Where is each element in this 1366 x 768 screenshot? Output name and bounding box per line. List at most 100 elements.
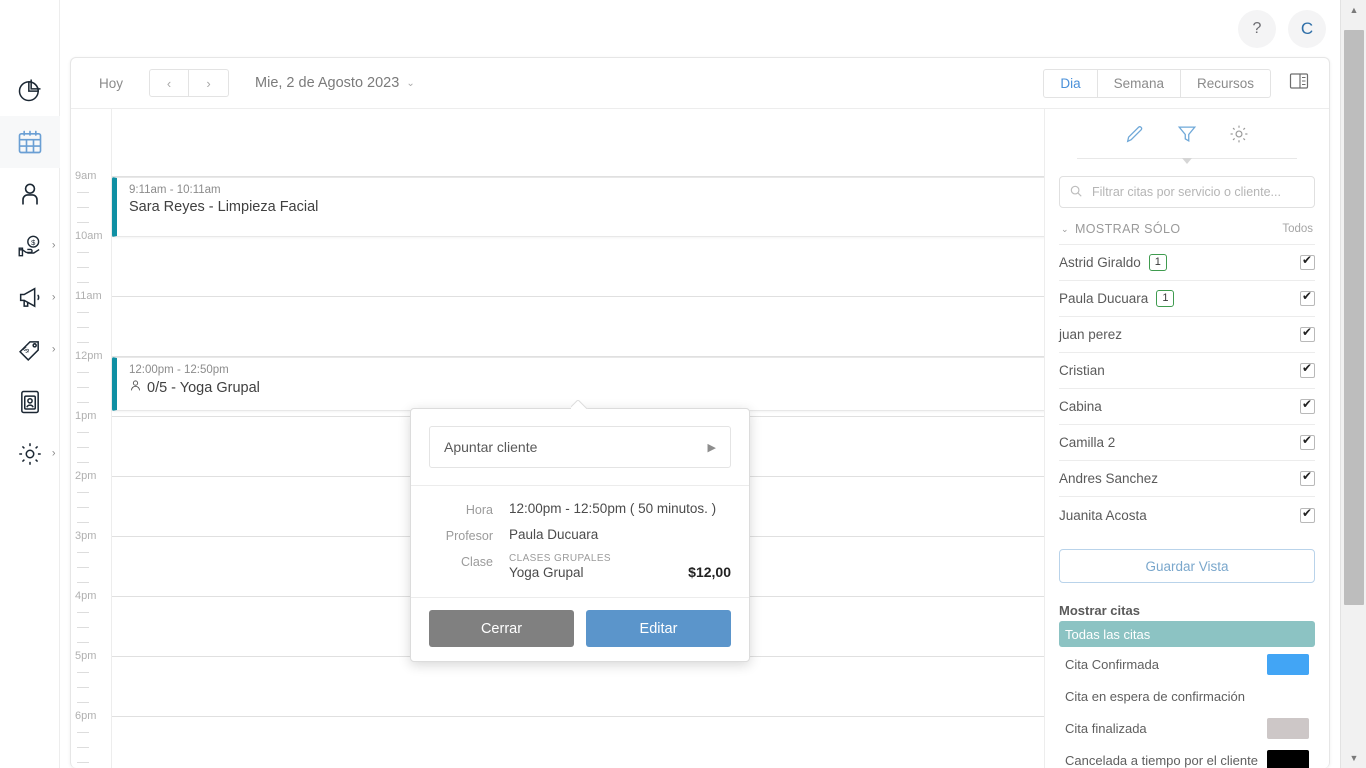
resource-count-badge: 1 xyxy=(1148,254,1167,271)
help-button[interactable]: ? xyxy=(1238,10,1276,48)
sidebar-item-clients[interactable] xyxy=(0,168,60,220)
sidebar-item-promotions[interactable]: $ › xyxy=(0,324,60,376)
cerrar-button[interactable]: Cerrar xyxy=(429,610,574,647)
detail-value: Paula Ducuara xyxy=(509,527,599,542)
hand-money-icon: $ xyxy=(16,232,44,260)
calendar-event[interactable]: 9:11am - 10:11am Sara Reyes - Limpieza F… xyxy=(112,177,1044,237)
legend-swatch xyxy=(1267,654,1309,675)
resource-row[interactable]: juan perez xyxy=(1059,317,1315,353)
legend-row-all[interactable]: Todas las citas xyxy=(1059,621,1315,647)
editar-button[interactable]: Editar xyxy=(586,610,731,647)
event-title: Sara Reyes - Limpieza Facial xyxy=(129,199,1044,215)
resource-checkbox[interactable] xyxy=(1300,253,1315,270)
show-only-label: MOSTRAR SÓLO xyxy=(1074,222,1181,236)
sidebar-item-reports[interactable] xyxy=(0,64,60,116)
hour-label: 11am xyxy=(75,290,104,302)
event-time: 9:11am - 10:11am xyxy=(129,184,221,196)
legend-row[interactable]: Cita en espera de confirmación xyxy=(1059,682,1315,711)
popup-arrow xyxy=(571,400,589,409)
view-switcher: Dia Semana Recursos xyxy=(1043,69,1271,98)
today-button[interactable]: Hoy xyxy=(85,70,137,97)
resource-label: Camilla 2 xyxy=(1059,435,1116,450)
show-only-toggle[interactable]: ⌄ MOSTRAR SÓLO xyxy=(1061,222,1180,236)
sidebar-item-settings[interactable]: › xyxy=(0,428,60,480)
hour-slot[interactable] xyxy=(112,297,1044,357)
resource-name: Camilla 2 xyxy=(1059,435,1115,450)
resource-checkbox[interactable] xyxy=(1300,433,1315,450)
gutter-hour: 1pm xyxy=(71,410,111,477)
current-date-picker[interactable]: Mie, 2 de Agosto 2023 ⌄ xyxy=(255,75,415,91)
event-title-text: 0/5 - Yoga Grupal xyxy=(147,379,260,396)
resource-checkbox[interactable] xyxy=(1300,506,1315,523)
avatar[interactable]: C xyxy=(1288,10,1326,48)
class-line: Yoga Grupal $12,00 xyxy=(509,564,731,580)
legend-row[interactable]: Cita Confirmada xyxy=(1059,650,1315,679)
mostrar-citas-title: Mostrar citas xyxy=(1059,603,1140,618)
legend-swatch xyxy=(1267,750,1309,768)
pencil-icon[interactable] xyxy=(1124,123,1146,150)
resource-label: Juanita Acosta xyxy=(1059,507,1147,523)
class-category: CLASES GRUPALES xyxy=(509,553,611,564)
resource-checkbox[interactable] xyxy=(1300,361,1315,378)
tab-dia[interactable]: Dia xyxy=(1043,69,1098,98)
resource-row[interactable]: Paula Ducuara 1 xyxy=(1059,281,1315,317)
legend-row[interactable]: Cancelada a tiempo por el cliente xyxy=(1059,746,1315,768)
gutter-hour: 9am xyxy=(71,170,111,237)
legend-row[interactable]: Cita finalizada xyxy=(1059,714,1315,743)
gear-icon xyxy=(16,440,44,468)
sidebar-item-staff[interactable] xyxy=(0,376,60,428)
search-input[interactable] xyxy=(1059,176,1315,208)
resource-row[interactable]: Cristian xyxy=(1059,353,1315,389)
tab-recursos[interactable]: Recursos xyxy=(1180,69,1271,98)
hour-label: 1pm xyxy=(75,410,99,422)
resource-checkbox[interactable] xyxy=(1300,397,1315,414)
resource-checkbox[interactable] xyxy=(1300,469,1315,486)
pie-chart-icon xyxy=(16,76,44,104)
chevron-right-icon: ▶ xyxy=(707,441,716,454)
sidebar-item-sales[interactable]: $ › xyxy=(0,220,60,272)
resource-label: Astrid Giraldo xyxy=(1059,255,1141,270)
class-name: Yoga Grupal xyxy=(509,565,584,580)
apuntar-cliente-label: Apuntar cliente xyxy=(444,439,538,455)
tab-semana[interactable]: Semana xyxy=(1097,69,1181,98)
resource-row[interactable]: Astrid Giraldo 1 xyxy=(1059,245,1315,281)
filter-icon[interactable] xyxy=(1176,123,1198,150)
apuntar-cliente-button[interactable]: Apuntar cliente ▶ xyxy=(429,426,731,468)
resource-checkbox[interactable] xyxy=(1300,325,1315,342)
hour-label: 10am xyxy=(75,230,105,242)
panel-toggle-button[interactable] xyxy=(1283,69,1315,98)
legend-label: Cita en espera de confirmación xyxy=(1065,689,1245,704)
prev-day-button[interactable]: ‹ xyxy=(149,69,190,97)
sidebar-item-marketing[interactable]: › xyxy=(0,272,60,324)
resource-checkbox[interactable] xyxy=(1300,289,1315,306)
save-view-button[interactable]: Guardar Vista xyxy=(1059,549,1315,583)
price-tag-icon: $ xyxy=(16,336,44,364)
person-icon xyxy=(16,180,44,208)
resource-name: Cabina xyxy=(1059,399,1102,414)
hour-slot[interactable] xyxy=(112,657,1044,717)
chevron-right-icon: › xyxy=(51,447,56,460)
legend-label: Cancelada a tiempo por el cliente xyxy=(1065,753,1258,768)
next-day-button[interactable]: › xyxy=(189,69,230,97)
resource-row[interactable]: Camilla 2 xyxy=(1059,425,1315,461)
resource-count-badge: 1 xyxy=(1156,290,1175,307)
resource-label: juan perez xyxy=(1059,327,1123,342)
gear-icon[interactable] xyxy=(1228,123,1250,150)
hour-label: 9am xyxy=(75,170,99,182)
scroll-up-arrow[interactable]: ▲ xyxy=(1341,0,1366,20)
hour-slot[interactable] xyxy=(112,717,1044,768)
hour-slot[interactable] xyxy=(112,237,1044,297)
page-scrollbar[interactable]: ▲ ▼ xyxy=(1340,0,1366,768)
scroll-down-arrow[interactable]: ▼ xyxy=(1341,748,1366,768)
detail-key: Clase xyxy=(461,555,493,569)
sidebar-item-calendar[interactable] xyxy=(0,116,60,168)
scrollbar-thumb[interactable] xyxy=(1344,30,1364,605)
detail-row-hora: Hora 12:00pm - 12:50pm ( 50 minutos. ) xyxy=(429,496,731,522)
show-only-header: ⌄ MOSTRAR SÓLO Todos xyxy=(1059,208,1315,245)
legend-label: Cita finalizada xyxy=(1065,721,1147,736)
select-all-button[interactable]: Todos xyxy=(1282,223,1313,235)
resource-row[interactable]: Andres Sanchez xyxy=(1059,461,1315,497)
resource-row[interactable]: Cabina xyxy=(1059,389,1315,425)
gutter-hour: 10am xyxy=(71,230,111,297)
resource-row[interactable]: Juanita Acosta xyxy=(1059,497,1315,533)
